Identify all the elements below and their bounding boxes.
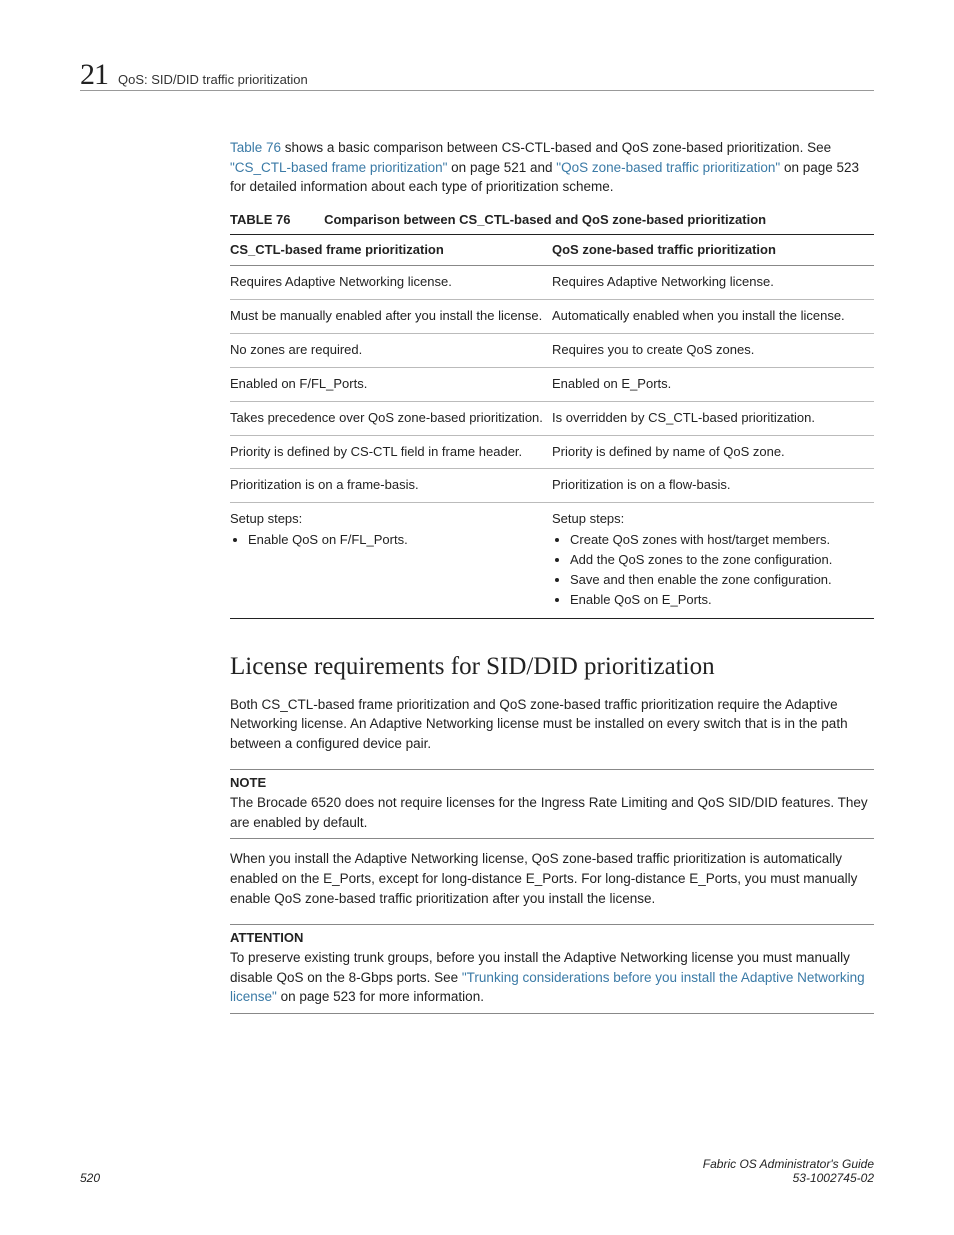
- intro-paragraph: Table 76 shows a basic comparison betwee…: [230, 138, 874, 197]
- table-cell: Requires Adaptive Networking license.: [230, 266, 552, 300]
- breadcrumb: QoS: SID/DID traffic prioritization: [118, 72, 308, 87]
- attention-body: To preserve existing trunk groups, befor…: [230, 948, 874, 1014]
- table-cell: Prioritization is on a frame-basis.: [230, 469, 552, 503]
- link-table76[interactable]: Table 76: [230, 140, 281, 155]
- doc-title: Fabric OS Administrator's Guide: [703, 1157, 874, 1171]
- table-caption: TABLE 76 Comparison between CS_CTL-based…: [230, 211, 874, 230]
- table-cell: Automatically enabled when you install t…: [552, 300, 874, 334]
- table-cell: Requires Adaptive Networking license.: [552, 266, 874, 300]
- list-item: Create QoS zones with host/target member…: [570, 531, 866, 551]
- comparison-table: CS_CTL-based frame prioritization QoS zo…: [230, 234, 874, 619]
- list-item: Save and then enable the zone configurat…: [570, 571, 866, 591]
- page-footer: 520 Fabric OS Administrator's Guide 53-1…: [80, 1157, 874, 1185]
- page-number: 520: [80, 1171, 100, 1185]
- table-cell: Priority is defined by name of QoS zone.: [552, 435, 874, 469]
- table-cell: Priority is defined by CS-CTL field in f…: [230, 435, 552, 469]
- header-rule: [80, 90, 874, 91]
- note-body: The Brocade 6520 does not require licens…: [230, 793, 874, 839]
- table-cell: Takes precedence over QoS zone-based pri…: [230, 401, 552, 435]
- list-item: Enable QoS on F/FL_Ports.: [248, 531, 544, 551]
- table-cell: Enabled on F/FL_Ports.: [230, 367, 552, 401]
- link-qoszone[interactable]: "QoS zone-based traffic prioritization": [556, 160, 780, 175]
- setup-left-label: Setup steps:: [230, 511, 302, 526]
- link-csctl[interactable]: "CS_CTL-based frame prioritization": [230, 160, 447, 175]
- attention-post: on page 523 for more information.: [277, 989, 484, 1004]
- list-item: Add the QoS zones to the zone configurat…: [570, 551, 866, 571]
- table-head-right: QoS zone-based traffic prioritization: [552, 234, 874, 266]
- table-head-left: CS_CTL-based frame prioritization: [230, 234, 552, 266]
- intro-text-2: on page 521 and: [447, 160, 556, 175]
- intro-text-1: shows a basic comparison between CS-CTL-…: [281, 140, 831, 155]
- table-cell: Is overridden by CS_CTL-based prioritiza…: [552, 401, 874, 435]
- table-cell: Prioritization is on a flow-basis.: [552, 469, 874, 503]
- chapter-number: 21: [80, 58, 108, 92]
- section-heading: License requirements for SID/DID priorit…: [230, 649, 874, 685]
- table-cell-setup-right: Setup steps: Create QoS zones with host/…: [552, 503, 874, 618]
- list-item: Enable QoS on E_Ports.: [570, 591, 866, 611]
- note-label: NOTE: [230, 769, 874, 793]
- section-para-1: Both CS_CTL-based frame prioritization a…: [230, 695, 874, 754]
- table-cell: Must be manually enabled after you insta…: [230, 300, 552, 334]
- doc-id: 53-1002745-02: [793, 1171, 874, 1185]
- section-para-2: When you install the Adaptive Networking…: [230, 849, 874, 908]
- table-label: TABLE 76: [230, 212, 290, 227]
- table-cell: Enabled on E_Ports.: [552, 367, 874, 401]
- attention-label: ATTENTION: [230, 924, 874, 948]
- setup-right-label: Setup steps:: [552, 511, 624, 526]
- table-cell-setup-left: Setup steps: Enable QoS on F/FL_Ports.: [230, 503, 552, 618]
- table-title: Comparison between CS_CTL-based and QoS …: [324, 212, 766, 227]
- table-cell: No zones are required.: [230, 334, 552, 368]
- table-cell: Requires you to create QoS zones.: [552, 334, 874, 368]
